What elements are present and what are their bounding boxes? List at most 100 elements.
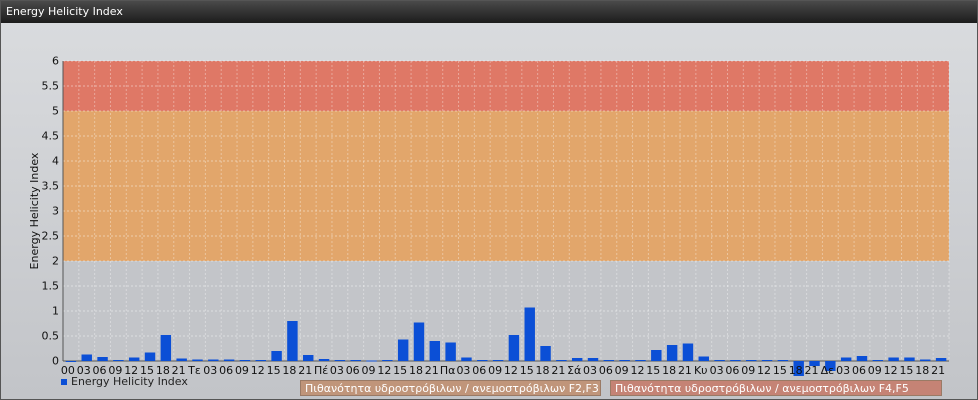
x-tick-label: 03: [710, 364, 724, 377]
x-tick-label: 06: [852, 364, 866, 377]
bar: [651, 350, 662, 361]
bar: [239, 360, 251, 361]
bar: [603, 360, 615, 361]
band-label-f2f3: Πιθανότητα υδροστρόβιλων / ανεμοστρόβιλω…: [300, 380, 601, 396]
y-tick-label: 1: [52, 305, 59, 318]
band-label-f4f5: Πιθανότητα υδροστρόβιλων / ανεμοστρόβιλω…: [610, 380, 942, 396]
bar: [461, 357, 472, 361]
bar: [397, 339, 409, 361]
bar: [508, 335, 520, 361]
x-tick-label: 12: [884, 364, 898, 377]
bar: [208, 359, 219, 361]
legend-swatch-icon: [61, 378, 67, 385]
x-tick-label: 18: [409, 364, 423, 377]
bar: [556, 360, 567, 361]
bar: [477, 360, 488, 361]
bar: [935, 358, 947, 361]
x-tick-label: 18: [789, 364, 803, 377]
bar: [761, 360, 773, 361]
bar: [223, 359, 235, 361]
bar: [619, 360, 630, 361]
x-tick-label: 09: [235, 364, 249, 377]
x-tick-label: 03: [330, 364, 344, 377]
chart-panel: Energy Helicity Index 0 0.5 1 1.5 2 2.5 3 3.5 4 4…: [0, 0, 978, 400]
x-tick-label: 18: [915, 364, 929, 377]
chart-svg: 00.511.522.533.544.555.5600 03 06 09 12 15 18 2…: [28, 55, 950, 377]
x-tick-label: 09: [362, 364, 376, 377]
x-tick-label: 12: [504, 364, 518, 377]
x-tick-label: 06: [725, 364, 739, 377]
bar: [682, 343, 694, 361]
y-tick-label: 5: [52, 105, 59, 118]
x-tick-label: 15: [393, 364, 407, 377]
bar: [144, 352, 156, 361]
x-tick-label: 15: [646, 364, 660, 377]
bar: [698, 356, 709, 361]
bar: [334, 360, 346, 361]
x-tick-label: 06: [346, 364, 360, 377]
x-tick-label: 18: [536, 364, 550, 377]
bar: [287, 321, 298, 361]
bar: [176, 358, 187, 361]
x-tick-label: 12: [757, 364, 771, 377]
x-tick-label: 21: [931, 364, 945, 377]
bar: [81, 354, 92, 361]
bar: [524, 307, 535, 361]
x-tick-label: 03: [203, 364, 217, 377]
bar: [160, 335, 172, 361]
y-tick-label: 3: [52, 205, 59, 218]
x-tick-label: 18: [282, 364, 296, 377]
bar: [303, 355, 314, 361]
y-tick-label: 5.5: [42, 80, 60, 93]
x-tick-label: 15: [899, 364, 913, 377]
bar: [65, 361, 77, 362]
bar: [350, 360, 361, 361]
x-tick-label: Δε: [821, 364, 835, 377]
y-tick-label: 2: [52, 255, 59, 268]
bar: [192, 359, 203, 361]
bar: [113, 360, 124, 361]
x-tick-label: Κυ: [694, 364, 708, 377]
x-tick-label: 03: [456, 364, 470, 377]
y-tick-label: 3.5: [42, 180, 60, 193]
bar: [540, 346, 551, 361]
x-tick-label: 21: [551, 364, 565, 377]
y-tick-label: 4: [52, 155, 59, 168]
bar: [856, 356, 868, 361]
x-tick-label: 12: [377, 364, 391, 377]
bar: [840, 357, 852, 361]
x-tick-label: 03: [836, 364, 850, 377]
x-tick-label: 09: [488, 364, 502, 377]
x-tick-label: Πα: [440, 364, 456, 377]
bar: [318, 359, 330, 361]
bar: [635, 360, 646, 361]
y-tick-label: 6: [52, 55, 59, 68]
bar: [666, 345, 678, 361]
x-tick-label: 06: [219, 364, 233, 377]
bar: [366, 360, 377, 362]
x-tick-label: 06: [599, 364, 613, 377]
bar: [429, 341, 441, 361]
bar: [97, 357, 108, 361]
x-tick-label: 21: [425, 364, 439, 377]
x-tick-label: 18: [662, 364, 676, 377]
x-tick-label: 15: [267, 364, 281, 377]
y-tick-label: 1.5: [42, 280, 60, 293]
x-tick-label: 12: [251, 364, 265, 377]
x-tick-label: 21: [298, 364, 312, 377]
bar: [888, 357, 899, 361]
bar: [777, 360, 789, 361]
bar: [920, 359, 931, 361]
y-tick-label: 0.5: [42, 330, 60, 343]
bar: [492, 360, 504, 361]
x-tick-label: 09: [741, 364, 755, 377]
bar: [872, 360, 884, 361]
y-tick-label: 4.5: [42, 130, 60, 143]
x-tick-label: Τε: [187, 364, 201, 377]
bar: [128, 357, 140, 361]
chart-legend[interactable]: Energy Helicity Index: [61, 375, 188, 388]
x-tick-label: 09: [615, 364, 629, 377]
bar: [382, 360, 393, 361]
x-tick-label: 06: [472, 364, 486, 377]
x-tick-label: Πέ: [314, 364, 328, 377]
